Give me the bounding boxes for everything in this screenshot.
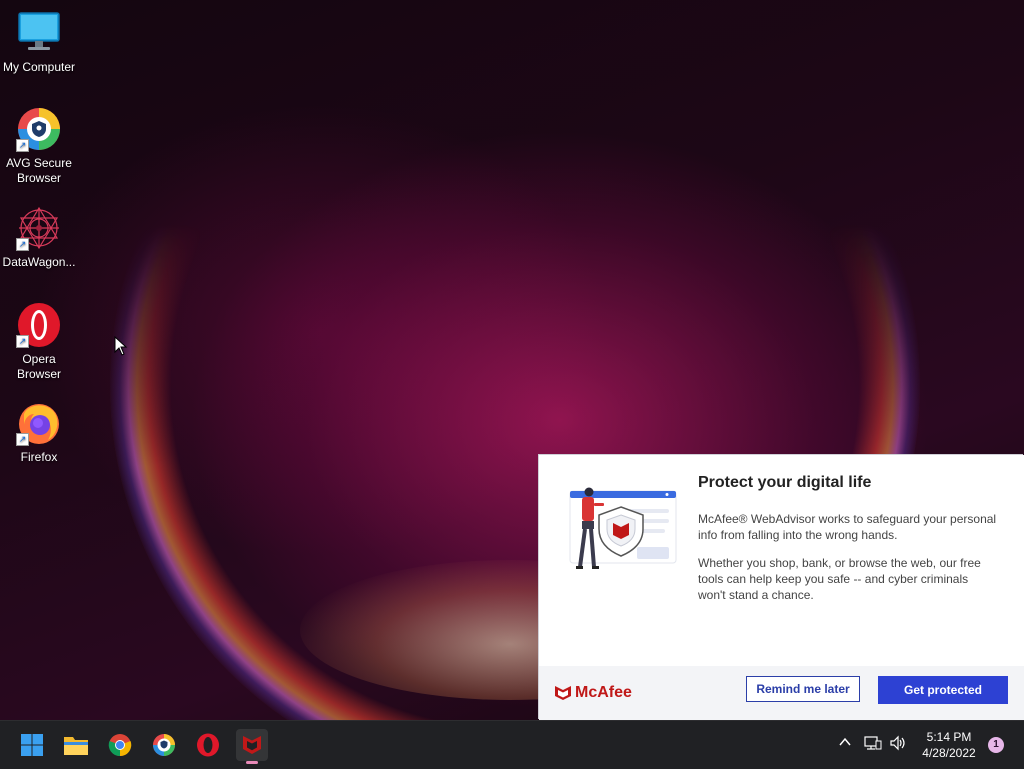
mcafee-notification-popup: Protect your digital life McAfee® WebAdv… [539, 455, 1024, 720]
taskbar: 5:14 PM 4/28/2022 1 [0, 720, 1024, 769]
desktop-icon-label: DataWagon... [2, 255, 76, 269]
taskbar-file-explorer[interactable] [60, 729, 92, 761]
shortcut-arrow-icon: ↗ [16, 139, 29, 152]
show-hidden-icons-chevron-icon[interactable] [838, 735, 852, 754]
get-protected-button[interactable]: Get protected [878, 676, 1008, 704]
mcafee-logo: McAfee [554, 684, 632, 702]
desktop-icon-avg-secure-browser[interactable]: ↗ AVG Secure Browser [0, 106, 78, 186]
taskbar-chrome[interactable] [104, 729, 136, 761]
datawagon-icon: ↗ [16, 205, 62, 251]
taskbar-clock[interactable]: 5:14 PM 4/28/2022 [915, 729, 983, 761]
mcafee-icon [243, 736, 261, 754]
desktop-icon-label: Firefox [20, 450, 58, 464]
popup-paragraph-protection: Whether you shop, bank, or browse the we… [698, 556, 981, 602]
mcafee-brand-text: McAfee [575, 684, 632, 701]
popup-paragraph-webadvisor: McAfee® WebAdvisor works to safeguard yo… [698, 512, 997, 542]
desktop-icon-opera-browser[interactable]: ↗ Opera Browser [0, 302, 78, 382]
opera-icon [197, 733, 219, 757]
remind-me-later-button[interactable]: Remind me later [746, 676, 860, 702]
security-illustration [567, 485, 679, 580]
shortcut-arrow-icon: ↗ [16, 238, 29, 251]
taskbar-avg-browser[interactable] [148, 729, 180, 761]
chrome-icon [108, 734, 132, 757]
network-icon[interactable] [864, 735, 882, 756]
taskbar-opera[interactable] [192, 729, 224, 761]
start-icon [21, 734, 43, 756]
shortcut-arrow-icon: ↗ [16, 335, 29, 348]
desktop-icon-label: AVG Secure Browser [6, 156, 72, 185]
mouse-cursor-icon [114, 335, 128, 361]
monitor-icon [16, 10, 62, 56]
desktop-icon-datawagon[interactable]: ↗ DataWagon... [0, 205, 78, 270]
taskbar-mcafee[interactable] [236, 729, 268, 764]
file-explorer-icon [64, 737, 88, 755]
desktop-icon-label: Opera Browser [16, 352, 61, 381]
desktop-icon-my-computer[interactable]: My Computer [0, 10, 78, 75]
desktop-icon-firefox[interactable]: ↗ Firefox [0, 400, 78, 465]
avg-browser-icon: ↗ [16, 106, 62, 152]
firefox-icon: ↗ [16, 400, 62, 446]
mcafee-shield-icon [555, 686, 571, 700]
volume-icon[interactable] [889, 735, 907, 756]
start-button[interactable] [16, 729, 48, 761]
desktop-icon-label: My Computer [2, 60, 76, 74]
shortcut-arrow-icon: ↗ [16, 433, 29, 446]
popup-title: Protect your digital life [698, 474, 872, 491]
active-app-indicator [246, 761, 258, 764]
desktop-wallpaper: My Computer ↗ AVG Secure Browser ↗ DataW… [0, 0, 1024, 720]
clock-date: 4/28/2022 [922, 746, 976, 760]
popup-footer: McAfee Remind me later Get protected [539, 666, 1024, 720]
notification-badge[interactable]: 1 [988, 737, 1004, 753]
avg-browser-icon [153, 734, 175, 756]
opera-icon: ↗ [16, 302, 62, 348]
clock-time: 5:14 PM [926, 730, 972, 744]
